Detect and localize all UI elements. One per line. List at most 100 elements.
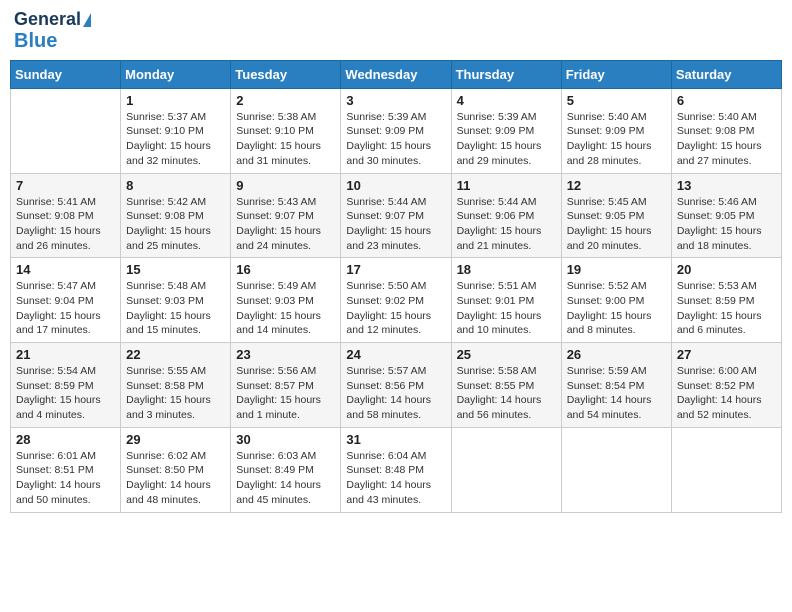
day-info: Sunrise: 5:39 AM Sunset: 9:09 PM Dayligh… [457,110,556,169]
week-row-2: 7 Sunrise: 5:41 AM Sunset: 9:08 PM Daylig… [11,173,782,258]
day-number: 21 [16,347,115,362]
calendar-cell: 25 Sunrise: 5:58 AM Sunset: 8:55 PM Dayli… [451,343,561,428]
day-number: 23 [236,347,335,362]
day-info: Sunrise: 5:40 AM Sunset: 9:08 PM Dayligh… [677,110,776,169]
day-number: 7 [16,178,115,193]
day-number: 17 [346,262,445,277]
calendar-table: SundayMondayTuesdayWednesdayThursdayFrid… [10,60,782,513]
header-wednesday: Wednesday [341,60,451,88]
calendar-cell: 4 Sunrise: 5:39 AM Sunset: 9:09 PM Daylig… [451,88,561,173]
day-info: Sunrise: 5:48 AM Sunset: 9:03 PM Dayligh… [126,279,225,338]
day-info: Sunrise: 5:53 AM Sunset: 8:59 PM Dayligh… [677,279,776,338]
day-info: Sunrise: 5:39 AM Sunset: 9:09 PM Dayligh… [346,110,445,169]
calendar-cell: 12 Sunrise: 5:45 AM Sunset: 9:05 PM Dayli… [561,173,671,258]
day-number: 10 [346,178,445,193]
day-info: Sunrise: 6:04 AM Sunset: 8:48 PM Dayligh… [346,449,445,508]
day-info: Sunrise: 5:57 AM Sunset: 8:56 PM Dayligh… [346,364,445,423]
calendar-cell: 17 Sunrise: 5:50 AM Sunset: 9:02 PM Dayli… [341,258,451,343]
calendar-cell: 22 Sunrise: 5:55 AM Sunset: 8:58 PM Dayli… [121,343,231,428]
calendar-cell: 9Sunrise: 5:43 AM Sunset: 9:07 PM Daylig… [231,173,341,258]
header-saturday: Saturday [671,60,781,88]
day-number: 29 [126,432,225,447]
calendar-cell [451,427,561,512]
header-sunday: Sunday [11,60,121,88]
day-info: Sunrise: 5:46 AM Sunset: 9:05 PM Dayligh… [677,195,776,254]
day-number: 4 [457,93,556,108]
day-number: 12 [567,178,666,193]
calendar-cell: 6 Sunrise: 5:40 AM Sunset: 9:08 PM Daylig… [671,88,781,173]
calendar-cell: 13 Sunrise: 5:46 AM Sunset: 9:05 PM Dayli… [671,173,781,258]
day-number: 30 [236,432,335,447]
day-number: 25 [457,347,556,362]
day-number: 26 [567,347,666,362]
header-thursday: Thursday [451,60,561,88]
calendar-cell: 18Sunrise: 5:51 AM Sunset: 9:01 PM Dayli… [451,258,561,343]
day-info: Sunrise: 5:58 AM Sunset: 8:55 PM Dayligh… [457,364,556,423]
day-number: 24 [346,347,445,362]
header-monday: Monday [121,60,231,88]
day-info: Sunrise: 5:37 AM Sunset: 9:10 PM Dayligh… [126,110,225,169]
day-number: 13 [677,178,776,193]
day-number: 27 [677,347,776,362]
calendar-cell: 16Sunrise: 5:49 AM Sunset: 9:03 PM Dayli… [231,258,341,343]
day-number: 19 [567,262,666,277]
calendar-cell: 28Sunrise: 6:01 AM Sunset: 8:51 PM Dayli… [11,427,121,512]
week-row-1: 1 Sunrise: 5:37 AM Sunset: 9:10 PM Daylig… [11,88,782,173]
logo-triangle-icon [83,13,91,27]
day-number: 11 [457,178,556,193]
week-row-3: 14Sunrise: 5:47 AM Sunset: 9:04 PM Dayli… [11,258,782,343]
calendar-cell: 21Sunrise: 5:54 AM Sunset: 8:59 PM Dayli… [11,343,121,428]
header-friday: Friday [561,60,671,88]
day-info: Sunrise: 5:45 AM Sunset: 9:05 PM Dayligh… [567,195,666,254]
day-info: Sunrise: 5:55 AM Sunset: 8:58 PM Dayligh… [126,364,225,423]
day-info: Sunrise: 6:02 AM Sunset: 8:50 PM Dayligh… [126,449,225,508]
calendar-cell: 27 Sunrise: 6:00 AM Sunset: 8:52 PM Dayli… [671,343,781,428]
day-number: 1 [126,93,225,108]
calendar-cell: 19 Sunrise: 5:52 AM Sunset: 9:00 PM Dayli… [561,258,671,343]
day-number: 9 [236,178,335,193]
day-info: Sunrise: 5:50 AM Sunset: 9:02 PM Dayligh… [346,279,445,338]
day-info: Sunrise: 5:41 AM Sunset: 9:08 PM Dayligh… [16,195,115,254]
calendar-cell: 7 Sunrise: 5:41 AM Sunset: 9:08 PM Daylig… [11,173,121,258]
page-header: General Blue [10,10,782,52]
day-number: 20 [677,262,776,277]
calendar-cell [561,427,671,512]
calendar-cell: 30 Sunrise: 6:03 AM Sunset: 8:49 PM Dayli… [231,427,341,512]
calendar-cell: 5Sunrise: 5:40 AM Sunset: 9:09 PM Daylig… [561,88,671,173]
calendar-cell: 15 Sunrise: 5:48 AM Sunset: 9:03 PM Dayli… [121,258,231,343]
day-info: Sunrise: 5:47 AM Sunset: 9:04 PM Dayligh… [16,279,115,338]
day-info: Sunrise: 5:59 AM Sunset: 8:54 PM Dayligh… [567,364,666,423]
day-number: 15 [126,262,225,277]
day-number: 18 [457,262,556,277]
calendar-cell: 31Sunrise: 6:04 AM Sunset: 8:48 PM Dayli… [341,427,451,512]
day-info: Sunrise: 5:56 AM Sunset: 8:57 PM Dayligh… [236,364,335,423]
calendar-cell: 26 Sunrise: 5:59 AM Sunset: 8:54 PM Dayli… [561,343,671,428]
day-info: Sunrise: 5:52 AM Sunset: 9:00 PM Dayligh… [567,279,666,338]
calendar-cell: 11Sunrise: 5:44 AM Sunset: 9:06 PM Dayli… [451,173,561,258]
day-info: Sunrise: 5:38 AM Sunset: 9:10 PM Dayligh… [236,110,335,169]
calendar-cell: 1 Sunrise: 5:37 AM Sunset: 9:10 PM Daylig… [121,88,231,173]
header-tuesday: Tuesday [231,60,341,88]
day-info: Sunrise: 6:03 AM Sunset: 8:49 PM Dayligh… [236,449,335,508]
calendar-cell: 24 Sunrise: 5:57 AM Sunset: 8:56 PM Dayli… [341,343,451,428]
week-row-5: 28Sunrise: 6:01 AM Sunset: 8:51 PM Dayli… [11,427,782,512]
calendar-cell: 29 Sunrise: 6:02 AM Sunset: 8:50 PM Dayli… [121,427,231,512]
logo-text-blue: Blue [14,30,57,52]
day-info: Sunrise: 5:42 AM Sunset: 9:08 PM Dayligh… [126,195,225,254]
day-info: Sunrise: 6:01 AM Sunset: 8:51 PM Dayligh… [16,449,115,508]
calendar-cell [11,88,121,173]
day-number: 22 [126,347,225,362]
day-info: Sunrise: 5:44 AM Sunset: 9:07 PM Dayligh… [346,195,445,254]
day-info: Sunrise: 5:40 AM Sunset: 9:09 PM Dayligh… [567,110,666,169]
day-number: 8 [126,178,225,193]
day-info: Sunrise: 5:49 AM Sunset: 9:03 PM Dayligh… [236,279,335,338]
logo-text-general: General [14,10,81,30]
calendar-cell: 20 Sunrise: 5:53 AM Sunset: 8:59 PM Dayli… [671,258,781,343]
day-info: Sunrise: 6:00 AM Sunset: 8:52 PM Dayligh… [677,364,776,423]
calendar-cell: 2Sunrise: 5:38 AM Sunset: 9:10 PM Daylig… [231,88,341,173]
calendar-cell: 10 Sunrise: 5:44 AM Sunset: 9:07 PM Dayli… [341,173,451,258]
day-number: 6 [677,93,776,108]
calendar-cell: 8 Sunrise: 5:42 AM Sunset: 9:08 PM Daylig… [121,173,231,258]
day-number: 3 [346,93,445,108]
calendar-cell: 23 Sunrise: 5:56 AM Sunset: 8:57 PM Dayli… [231,343,341,428]
